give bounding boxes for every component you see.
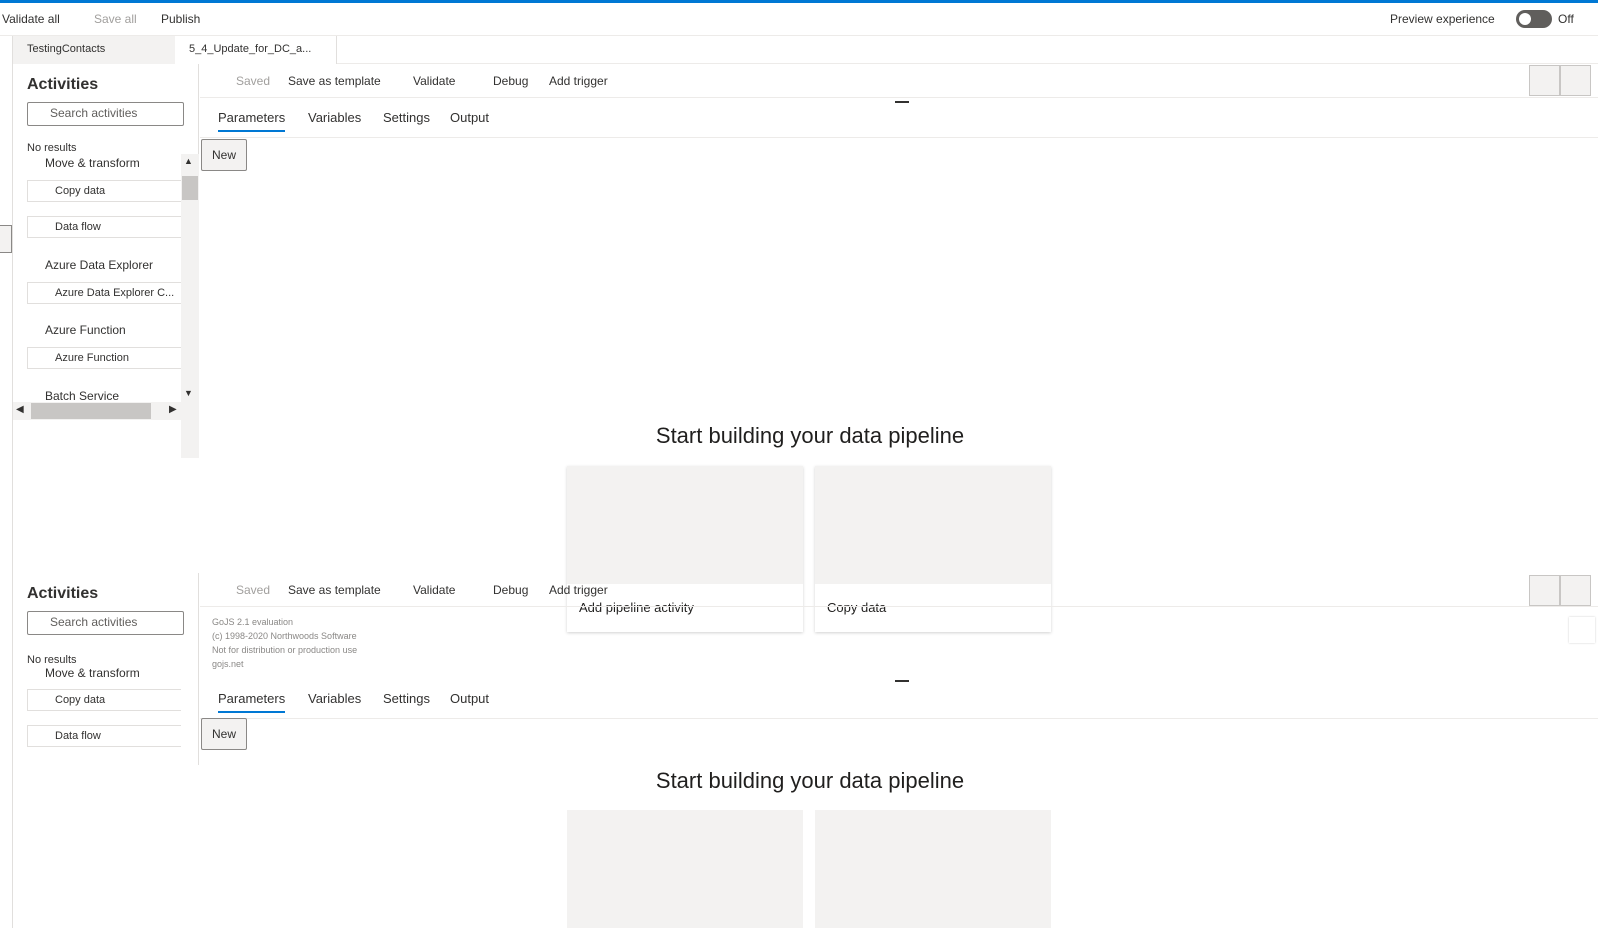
activities-title: Activities	[27, 76, 99, 93]
toggle-state-label: Off	[1558, 12, 1574, 26]
card-illustration	[815, 466, 1051, 584]
validate-button[interactable]: Validate	[413, 74, 455, 88]
card-illustration	[567, 466, 803, 584]
search-activities-input[interactable]: Search activities	[27, 102, 184, 126]
validate-all-button[interactable]: Validate all	[2, 12, 60, 26]
tab-variables[interactable]: Variables	[308, 110, 361, 130]
saved-status: Saved	[236, 583, 271, 597]
tab-settings[interactable]: Settings	[383, 691, 430, 711]
save-all-button[interactable]: Save all	[94, 12, 137, 26]
pipeline-properties-tabs: Parameters Variables Settings Output	[200, 98, 1598, 138]
add-trigger-button[interactable]: Add trigger	[549, 583, 608, 597]
group-azure-data-explorer[interactable]: Azure Data Explorer	[45, 258, 153, 272]
activity-azure-function[interactable]: Azure Function	[27, 347, 181, 369]
search-activities-input[interactable]: Search activities	[27, 611, 184, 635]
activities-panel-duplicate: Activities Search activities No results …	[13, 573, 199, 765]
group-batch-service[interactable]: Batch Service	[45, 389, 119, 403]
collapsed-nav-handle[interactable]	[0, 225, 12, 253]
scroll-left-icon[interactable]: ◀	[16, 404, 24, 415]
gojs-line: (c) 1998-2020 Northwoods Software	[212, 631, 357, 641]
scroll-down-icon[interactable]: ▼	[184, 388, 193, 398]
save-as-template-button[interactable]: Save as template	[288, 74, 381, 88]
activity-data-flow[interactable]: Data flow	[27, 725, 181, 747]
saved-status: Saved	[236, 74, 271, 88]
copy-data-card[interactable]	[815, 810, 1051, 928]
validate-button[interactable]: Validate	[413, 583, 455, 597]
activities-panel: Activities Search activities No results …	[13, 64, 199, 458]
vertical-scroll-thumb[interactable]	[182, 176, 198, 200]
activities-vertical-scrollbar[interactable]: ▲ ▼	[181, 154, 199, 458]
gojs-line: GoJS 2.1 evaluation	[212, 617, 294, 627]
pipeline-toolbar-duplicate: Saved Save as template Validate Debug Ad…	[200, 573, 1598, 607]
add-trigger-button[interactable]: Add trigger	[549, 74, 608, 88]
activity-azure-data-explorer-command[interactable]: Azure Data Explorer C...	[27, 282, 181, 304]
group-move-transform[interactable]: Move & transform	[45, 156, 140, 170]
tab-output[interactable]: Output	[450, 691, 489, 711]
preview-experience-label: Preview experience	[1390, 12, 1495, 26]
pipeline-properties-tabs: Parameters Variables Settings Output	[200, 679, 1598, 719]
add-pipeline-activity-card[interactable]: Add pipeline activity	[567, 466, 803, 632]
toggle-knob	[1519, 13, 1531, 25]
new-parameter-button[interactable]: New	[201, 718, 247, 750]
activities-horizontal-scrollbar[interactable]: ◀ ▶	[13, 402, 181, 420]
gojs-line: gojs.net	[212, 659, 244, 669]
tab-parameters[interactable]: Parameters	[218, 110, 286, 132]
new-parameter-button[interactable]: New	[201, 139, 247, 171]
debug-button[interactable]: Debug	[493, 74, 528, 88]
no-results-label: No results	[27, 654, 77, 666]
tab-update-pipeline[interactable]: 5_4_Update_for_DC_a...	[175, 36, 337, 64]
activity-copy-data[interactable]: Copy data	[27, 180, 181, 202]
preview-experience-toggle[interactable]	[1516, 10, 1552, 28]
tab-testing-contacts[interactable]: TestingContacts	[13, 36, 175, 64]
tab-variables[interactable]: Variables	[308, 691, 361, 711]
properties-button[interactable]	[1560, 65, 1591, 96]
card-illustration	[567, 810, 803, 928]
save-as-template-button[interactable]: Save as template	[288, 583, 381, 597]
canvas-title: Start building your data pipeline	[655, 423, 965, 448]
group-azure-function[interactable]: Azure Function	[45, 323, 126, 337]
tab-settings[interactable]: Settings	[383, 110, 430, 130]
activity-data-flow[interactable]: Data flow	[27, 216, 181, 238]
add-pipeline-activity-card[interactable]	[567, 810, 803, 928]
debug-button[interactable]: Debug	[493, 583, 528, 597]
group-move-transform[interactable]: Move & transform	[45, 666, 140, 680]
top-command-bar: Validate all Save all Publish Preview ex…	[0, 0, 1598, 36]
activities-title: Activities	[27, 585, 99, 602]
publish-button[interactable]: Publish	[161, 12, 200, 26]
copy-data-card[interactable]: Copy data	[815, 466, 1051, 632]
horizontal-scroll-thumb[interactable]	[31, 403, 151, 419]
scroll-right-icon[interactable]: ▶	[169, 404, 177, 415]
activity-copy-data[interactable]: Copy data	[27, 689, 181, 711]
document-tabs: TestingContacts 5_4_Update_for_DC_a...	[13, 36, 1598, 64]
scroll-up-icon[interactable]: ▲	[184, 156, 193, 166]
gojs-watermark: GoJS 2.1 evaluation (c) 1998-2020 Northw…	[212, 615, 357, 671]
zoom-control[interactable]	[1569, 617, 1595, 643]
code-view-button[interactable]	[1529, 575, 1560, 606]
card-illustration	[815, 810, 1051, 928]
canvas-title: Start building your data pipeline	[655, 768, 965, 793]
gojs-line: Not for distribution or production use	[212, 645, 358, 655]
no-results-label: No results	[27, 142, 77, 154]
properties-button[interactable]	[1560, 575, 1591, 606]
tab-output[interactable]: Output	[450, 110, 489, 130]
pipeline-toolbar: Saved Save as template Validate Debug Ad…	[200, 64, 1598, 98]
code-view-button[interactable]	[1529, 65, 1560, 96]
tab-parameters[interactable]: Parameters	[218, 691, 286, 713]
